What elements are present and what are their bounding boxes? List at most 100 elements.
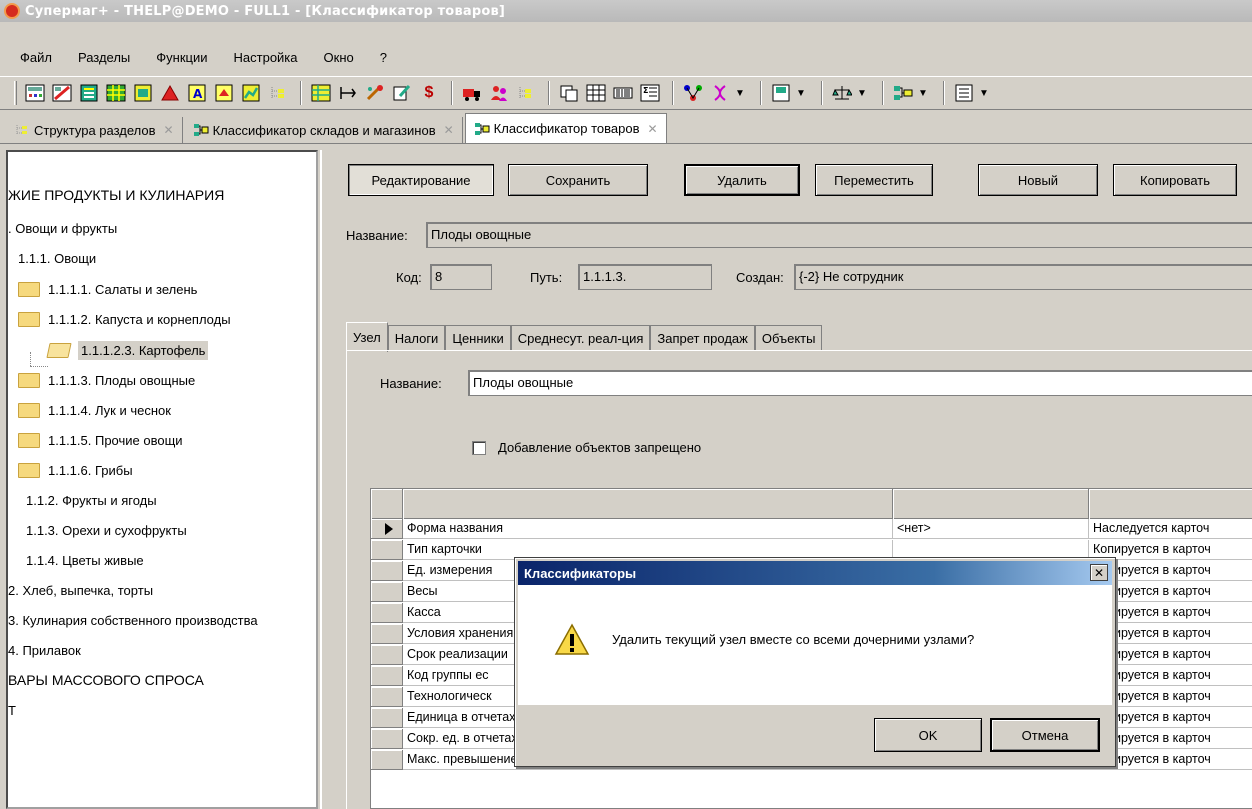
created-field[interactable]: {-2} Не сотрудник [794, 264, 1252, 290]
tree-item[interactable]: 1.1.1.3. Плоды овощные [18, 365, 195, 395]
row-indicator[interactable] [371, 708, 403, 728]
delete-button[interactable]: Удалить [684, 164, 800, 196]
row-indicator[interactable] [371, 750, 403, 770]
cancel-button[interactable]: Отмена [990, 718, 1100, 752]
tree-icon[interactable] [266, 81, 290, 105]
new-button[interactable]: Новый [978, 164, 1098, 196]
tab-warehouse-classifier[interactable]: Классификатор складов и магазинов ✕ [185, 117, 463, 143]
grid-cell-value[interactable]: <нет> [893, 519, 1089, 539]
tab-avg-daily-sales[interactable]: Среднесут. реал-ция [510, 325, 651, 351]
tab-node[interactable]: Узел [346, 322, 388, 352]
calc-icon[interactable] [23, 81, 47, 105]
chart-icon[interactable] [239, 81, 263, 105]
tree-item[interactable]: Т [8, 695, 16, 725]
doc-icon[interactable] [131, 81, 155, 105]
barcode-icon[interactable] [611, 81, 635, 105]
tree-item[interactable]: ЖИЕ ПРОДУКТЫ И КУЛИНАРИЯ [8, 180, 224, 210]
classifier-tree[interactable]: ЖИЕ ПРОДУКТЫ И КУЛИНАРИЯ . Овощи и фрукт… [6, 150, 318, 809]
chevron-down-icon[interactable]: ▼ [918, 88, 930, 99]
grid-cell-note[interactable]: Наследуется карточ [1089, 519, 1252, 539]
tree-item[interactable]: 4. Прилавок [8, 635, 81, 665]
tag-icon[interactable] [336, 81, 360, 105]
calc-red-icon[interactable] [50, 81, 74, 105]
edit-button[interactable]: Редактирование [348, 164, 494, 196]
hat-icon[interactable] [212, 81, 236, 105]
toolbar-grip[interactable] [14, 81, 17, 105]
code-field[interactable]: 8 [430, 264, 492, 290]
tree-item[interactable]: 1.1.1.2. Капуста и корнеплоды [18, 304, 231, 334]
calendar-icon[interactable] [584, 81, 608, 105]
objects-forbidden-checkbox[interactable] [472, 441, 486, 455]
close-icon[interactable]: ✕ [647, 122, 657, 136]
truck-icon[interactable] [460, 81, 484, 105]
wand-icon[interactable] [363, 81, 387, 105]
row-indicator[interactable] [371, 624, 403, 644]
grid-cell-name[interactable]: Форма названия [403, 519, 893, 539]
save-drop-icon[interactable] [769, 81, 793, 105]
copy-icon[interactable] [557, 81, 581, 105]
menu-functions[interactable]: Функции [156, 50, 207, 65]
menu-file[interactable]: Файл [20, 50, 52, 65]
tree-item[interactable]: 3. Кулинария собственного производства [8, 605, 258, 635]
chevron-down-icon[interactable]: ▼ [979, 88, 991, 99]
row-indicator[interactable] [371, 561, 403, 581]
tree-item[interactable]: 1.1.1. Овощи [18, 243, 96, 273]
people-icon[interactable] [487, 81, 511, 105]
tree-item[interactable]: 1.1.3. Орехи и сухофрукты [26, 515, 187, 545]
tree-item[interactable]: . Овощи и фрукты [8, 213, 117, 243]
tree-item[interactable]: 2. Хлеб, выпечка, торты [8, 575, 153, 605]
dna-icon[interactable] [708, 81, 732, 105]
tree-item[interactable]: ВАРЫ МАССОВОГО СПРОСА [8, 665, 204, 695]
save-button[interactable]: Сохранить [508, 164, 648, 196]
tab-objects[interactable]: Объекты [754, 325, 823, 351]
row-indicator[interactable] [371, 603, 403, 623]
triangle-icon[interactable] [158, 81, 182, 105]
dollar-icon[interactable]: $ [417, 81, 441, 105]
edit-icon[interactable] [390, 81, 414, 105]
list-icon[interactable] [952, 81, 976, 105]
close-icon[interactable]: ✕ [164, 123, 174, 137]
tree-item[interactable]: 1.1.1.5. Прочие овощи [18, 425, 183, 455]
menu-help[interactable]: ? [380, 50, 387, 65]
tab-goods-classifier[interactable]: Классификатор товаров ✕ [464, 113, 667, 143]
chevron-down-icon[interactable]: ▼ [857, 88, 869, 99]
tab-structure[interactable]: Структура разделов ✕ [6, 117, 183, 143]
grid-header-name[interactable] [403, 489, 893, 519]
row-indicator[interactable] [371, 687, 403, 707]
table-green-icon[interactable] [104, 81, 128, 105]
row-indicator[interactable] [371, 729, 403, 749]
tree-small-icon[interactable] [514, 81, 538, 105]
tree-item-selected[interactable]: 1.1.1.2.3. Картофель [46, 335, 209, 365]
close-icon[interactable]: ✕ [444, 123, 454, 137]
sum-icon[interactable]: Σ [638, 81, 662, 105]
name-field[interactable]: Плоды овощные [426, 222, 1252, 248]
row-indicator[interactable] [371, 519, 403, 539]
tab-taxes[interactable]: Налоги [387, 325, 446, 351]
doc-green-icon[interactable] [77, 81, 101, 105]
close-icon[interactable]: ✕ [1090, 564, 1108, 581]
table-row[interactable]: Форма названия <нет> Наследуется карточ [371, 519, 1252, 539]
row-indicator[interactable] [371, 540, 403, 560]
node-name-field[interactable]: Плоды овощные [468, 370, 1252, 396]
tree-item[interactable]: 1.1.1.6. Грибы [18, 455, 133, 485]
row-indicator[interactable] [371, 666, 403, 686]
menu-settings[interactable]: Настройка [234, 50, 298, 65]
copy-button[interactable]: Копировать [1113, 164, 1237, 196]
tree-item[interactable]: 1.1.1.4. Лук и чеснок [18, 395, 171, 425]
row-indicator[interactable] [371, 582, 403, 602]
tab-sales-ban[interactable]: Запрет продаж [650, 325, 755, 351]
tree-item[interactable]: 1.1.4. Цветы живые [26, 545, 144, 575]
chevron-down-icon[interactable]: ▼ [735, 88, 747, 99]
tree-item[interactable]: 1.1.1.1. Салаты и зелень [18, 274, 197, 304]
scales-icon[interactable] [830, 81, 854, 105]
chevron-down-icon[interactable]: ▼ [796, 88, 808, 99]
hierarchy-icon[interactable] [891, 81, 915, 105]
tab-price-tags[interactable]: Ценники [445, 325, 511, 351]
grid-header-value[interactable] [893, 489, 1089, 519]
menu-sections[interactable]: Разделы [78, 50, 130, 65]
move-button[interactable]: Переместить [815, 164, 933, 196]
network-icon[interactable] [681, 81, 705, 105]
grid-header-note[interactable] [1089, 489, 1252, 519]
menu-window[interactable]: Окно [324, 50, 354, 65]
path-field[interactable]: 1.1.1.3. [578, 264, 712, 290]
